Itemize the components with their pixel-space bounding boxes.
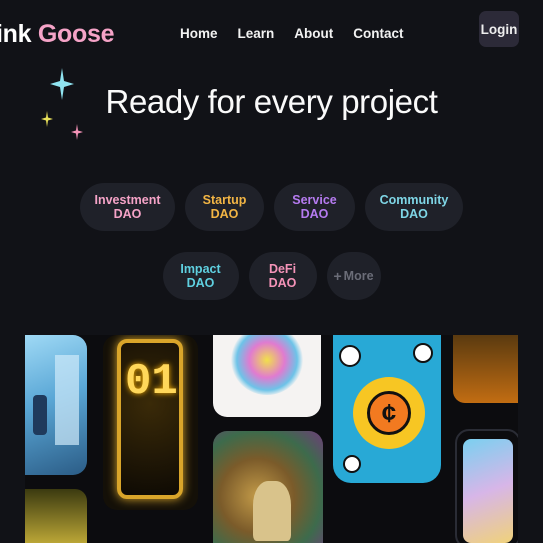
hero-headline-text: Ready for every project: [105, 83, 438, 120]
cent-icon: ¢: [367, 391, 411, 435]
gallery-card-figure[interactable]: [455, 429, 518, 543]
gallery-card-neon-orange[interactable]: [453, 335, 518, 403]
brand-logo-accent: Goose: [37, 20, 115, 48]
gallery-card-number-01[interactable]: 01: [103, 335, 198, 510]
nft-gallery: 01 ¢: [25, 335, 518, 543]
chip-startup-dao[interactable]: Startup DAO: [185, 183, 264, 231]
chip-defi-dao[interactable]: DeFi DAO: [248, 252, 317, 300]
nav-home-link[interactable]: Home: [180, 26, 218, 41]
brand-logo-prefix: ink: [0, 20, 32, 48]
chip-community-dao[interactable]: Community DAO: [365, 183, 463, 231]
gallery-card-blue-city[interactable]: [25, 335, 87, 475]
chip-impact-dao[interactable]: Impact DAO: [162, 252, 239, 300]
gallery-card-coin-sun[interactable]: ¢: [333, 335, 441, 483]
brand-logo[interactable]: ink Goose: [0, 20, 114, 49]
main-menu: Home Learn About Contact: [180, 26, 424, 41]
gallery-card-dragon[interactable]: [25, 489, 87, 543]
brand-logo-space: [31, 20, 38, 48]
category-chips-row-2: Impact DAO DeFi DAO + More: [0, 252, 543, 300]
login-button[interactable]: Login: [479, 11, 519, 47]
card-number-label: 01: [125, 357, 178, 407]
category-chips-row-1: Investment DAO Startup DAO Service DAO C…: [0, 183, 543, 231]
top-navigation: ink Goose Home Learn About Contact Login: [0, 0, 543, 64]
chip-more[interactable]: + More: [326, 252, 381, 300]
nav-about-link[interactable]: About: [294, 26, 333, 41]
gallery-card-mandala[interactable]: [213, 335, 321, 417]
plus-icon: +: [333, 268, 342, 284]
gallery-card-creature[interactable]: [213, 431, 323, 543]
chip-more-label: More: [343, 269, 374, 283]
chip-service-dao[interactable]: Service DAO: [274, 183, 355, 231]
nav-contact-link[interactable]: Contact: [353, 26, 403, 41]
hero-headline: Ready for every project: [0, 83, 543, 121]
small-pink-sparkle-icon: [71, 124, 83, 140]
chip-investment-dao[interactable]: Investment DAO: [80, 183, 175, 231]
nav-learn-link[interactable]: Learn: [238, 26, 275, 41]
